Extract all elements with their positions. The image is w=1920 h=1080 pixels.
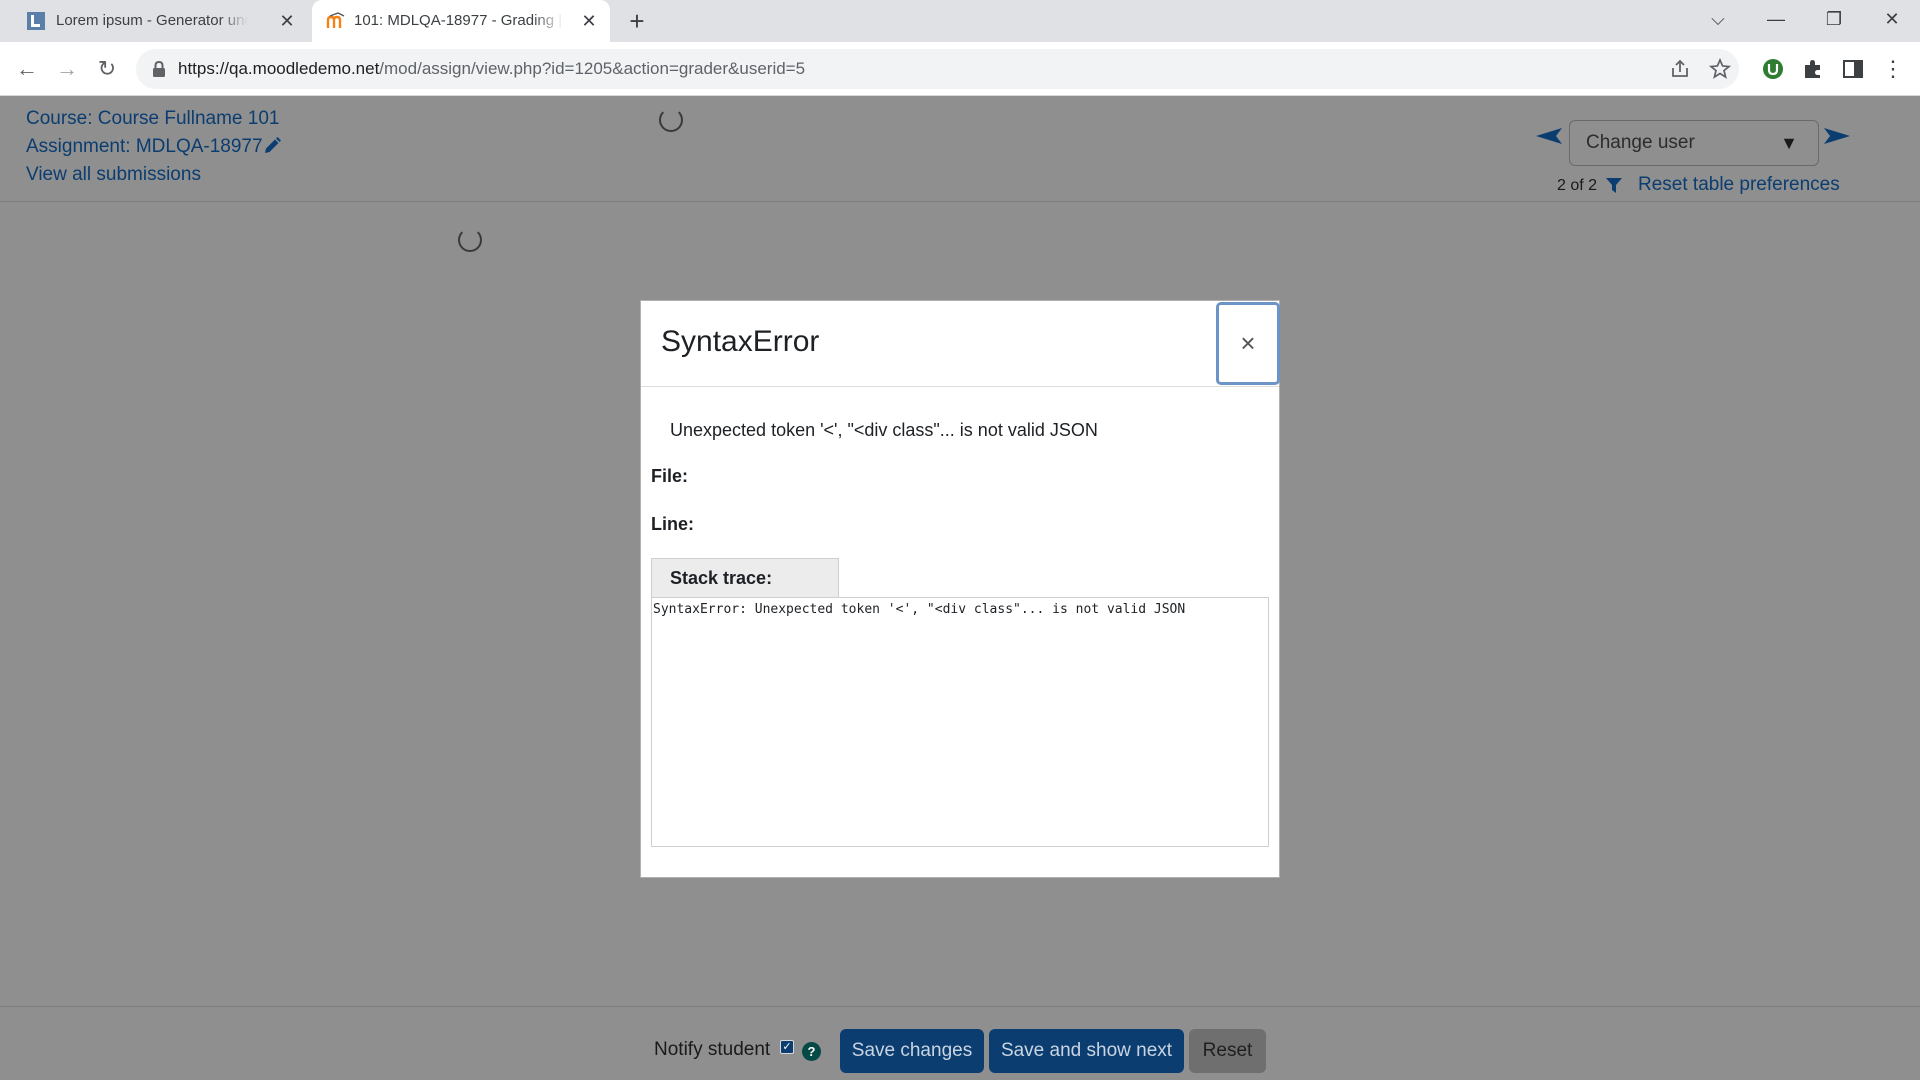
url-host: https://qa.moodledemo.net — [178, 59, 380, 78]
loading-spinner-icon — [458, 228, 482, 252]
reload-icon[interactable]: ↻ — [92, 54, 122, 84]
browser-tab-strip: Lorem ipsum - Generator und Informatione… — [0, 0, 1920, 42]
assignment-link[interactable]: Assignment: MDLQA-18977 — [26, 136, 263, 158]
forward-arrow-icon[interactable]: → — [52, 54, 82, 84]
view-all-submissions-link[interactable]: View all submissions — [26, 164, 201, 186]
browser-menu-icon[interactable]: ⋮ — [1880, 56, 1906, 82]
dialog-header: SyntaxError × — [641, 301, 1280, 387]
reset-table-preferences-link[interactable]: Reset table preferences — [1638, 174, 1840, 196]
tab-title: 101: MDLQA-18977 - Grading | Moodle — [354, 12, 564, 29]
minimize-icon[interactable]: — — [1748, 0, 1804, 38]
close-tab-icon[interactable]: ✕ — [276, 10, 298, 32]
file-label: File: — [651, 466, 689, 486]
bookmark-star-icon[interactable] — [1708, 57, 1732, 81]
change-user-select[interactable]: Change user ▼ — [1569, 120, 1819, 166]
extension-shield-icon[interactable] — [1760, 56, 1786, 82]
tab-title: Lorem ipsum - Generator und Informatione… — [56, 12, 248, 29]
tab-search-icon[interactable]: ⌵ — [1690, 0, 1746, 38]
stack-trace-text: SyntaxError: Unexpected token '<', "<div… — [653, 602, 1186, 617]
moodle-favicon-icon — [326, 12, 345, 28]
stack-trace-textarea[interactable]: SyntaxError: Unexpected token '<', "<div… — [651, 597, 1269, 847]
save-changes-button[interactable]: Save changes — [840, 1029, 984, 1073]
course-link[interactable]: Course: Course Fullname 101 — [26, 108, 279, 130]
error-message: Unexpected token '<', "<div class"... is… — [670, 420, 1098, 440]
close-tab-icon[interactable]: ✕ — [578, 10, 600, 32]
dialog-close-button[interactable]: × — [1216, 302, 1280, 385]
next-user-arrow-icon[interactable] — [1824, 128, 1850, 144]
notify-student-checkbox[interactable]: ✓ — [780, 1040, 794, 1054]
help-icon[interactable]: ? — [802, 1042, 821, 1061]
line-label: Line: — [651, 514, 694, 534]
stack-trace-tab[interactable]: Stack trace: — [651, 558, 839, 598]
grader-header: Course: Course Fullname 101 Assignment: … — [0, 96, 1920, 202]
url-text[interactable]: https://qa.moodledemo.net/mod/assign/vie… — [178, 59, 805, 79]
grading-actions-footer: Notify student ✓ ? Save changes Save and… — [0, 1006, 1920, 1080]
save-and-show-next-button[interactable]: Save and show next — [989, 1029, 1184, 1073]
side-panel-icon[interactable] — [1840, 56, 1866, 82]
dropdown-caret-icon: ▼ — [1780, 133, 1798, 153]
notify-student-label: Notify student — [654, 1039, 771, 1060]
reset-button[interactable]: Reset — [1189, 1029, 1266, 1073]
browser-tab-grading[interactable]: 101: MDLQA-18977 - Grading | Moodle ✕ — [312, 0, 610, 42]
dialog-title: SyntaxError — [661, 325, 820, 358]
back-arrow-icon[interactable]: ← — [12, 54, 42, 84]
browser-tab-lorem-ipsum[interactable]: Lorem ipsum - Generator und Informatione… — [8, 0, 308, 42]
change-user-placeholder: Change user — [1586, 132, 1695, 153]
window-close-icon[interactable]: ✕ — [1864, 0, 1920, 38]
loading-spinner-icon — [659, 108, 683, 132]
share-icon[interactable] — [1668, 57, 1692, 81]
syntax-error-dialog: SyntaxError × Unexpected token '<', "<di… — [640, 300, 1280, 878]
previous-user-arrow-icon[interactable] — [1536, 128, 1562, 144]
filter-icon[interactable] — [1606, 178, 1622, 194]
address-bar[interactable]: https://qa.moodledemo.net/mod/assign/vie… — [136, 49, 1739, 89]
stack-trace-tab-label: Stack trace: — [670, 568, 773, 588]
extensions-puzzle-icon[interactable] — [1800, 56, 1826, 82]
lorem-ipsum-favicon-icon — [27, 12, 45, 30]
pencil-edit-icon[interactable] — [262, 136, 282, 156]
url-path: /mod/assign/view.php?id=1205&action=grad… — [379, 59, 806, 78]
user-count: 2 of 2 — [1557, 177, 1598, 194]
lock-icon[interactable] — [152, 60, 166, 78]
new-tab-button[interactable]: + — [622, 6, 652, 36]
restore-icon[interactable]: ❐ — [1806, 0, 1862, 38]
browser-toolbar: ← → ↻ https://qa.moodledemo.net/mod/assi… — [0, 42, 1920, 96]
